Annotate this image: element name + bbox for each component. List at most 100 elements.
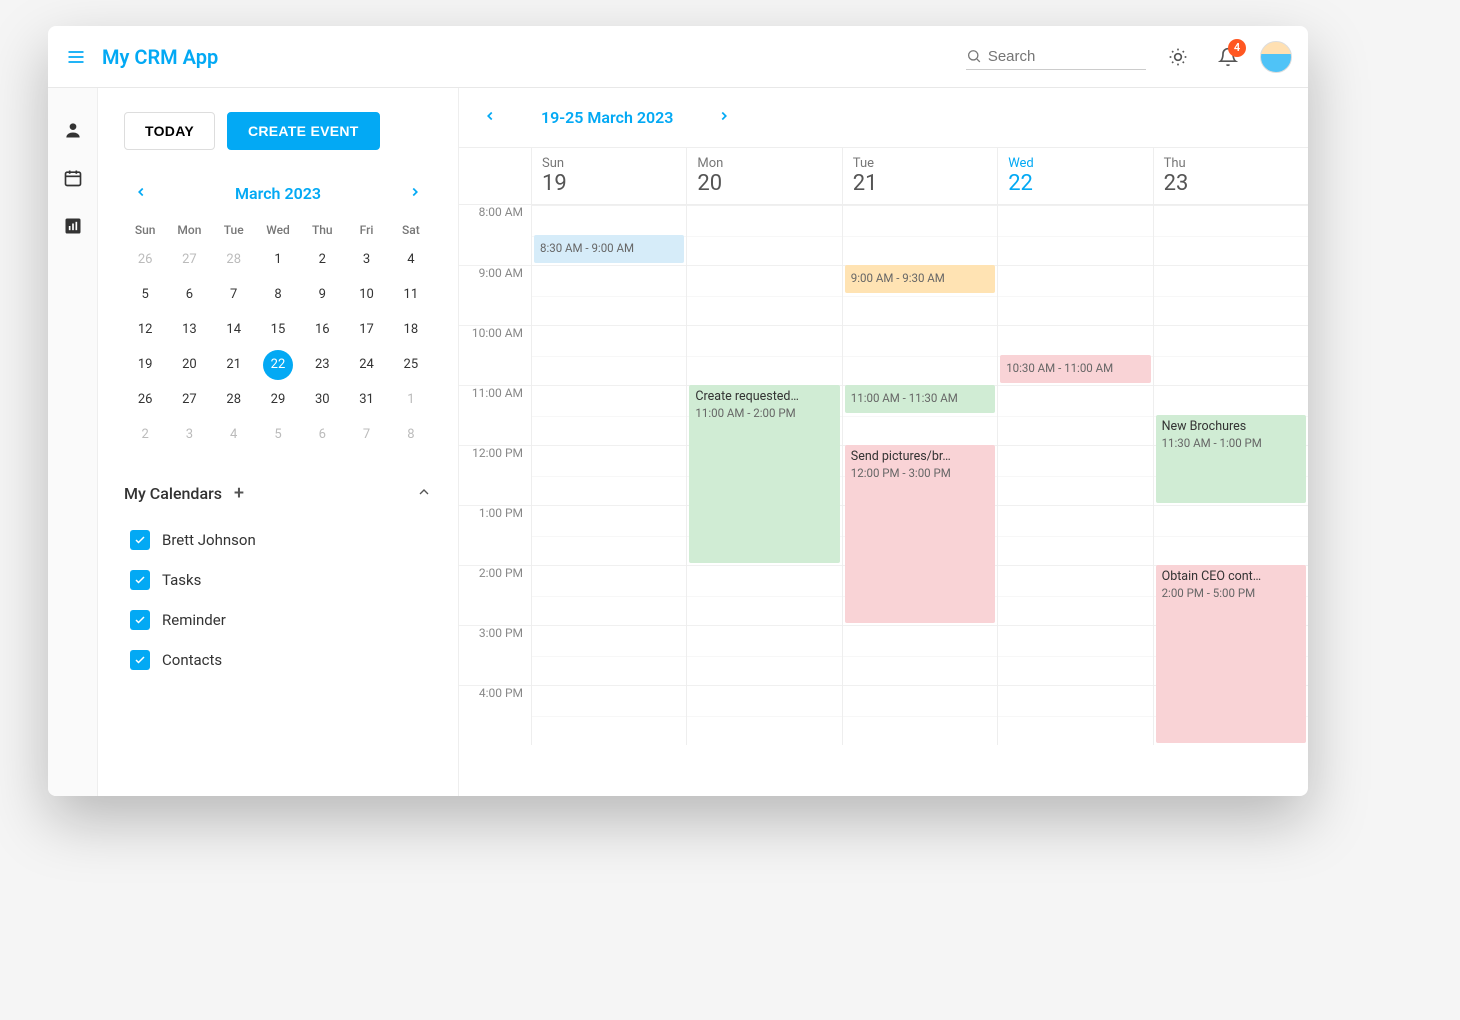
- mini-cal-day[interactable]: 3: [345, 243, 387, 276]
- mini-cal-day[interactable]: 15: [257, 313, 299, 346]
- mini-cal-day[interactable]: 9: [301, 278, 343, 311]
- day-column[interactable]: 9:00 AM - 9:30 AM 11:00 AM - 11:30 AM Send…: [842, 205, 997, 745]
- mini-cal-dow: Sun: [124, 217, 166, 243]
- mini-cal-day[interactable]: 6: [301, 418, 343, 451]
- mini-cal-prev[interactable]: [130, 180, 152, 207]
- mini-cal-day[interactable]: 28: [213, 243, 255, 276]
- calendar-item[interactable]: Brett Johnson: [124, 520, 432, 560]
- mini-cal-day[interactable]: 26: [124, 243, 166, 276]
- checkbox-icon[interactable]: [130, 530, 150, 550]
- day-of-week-label: Sun: [542, 156, 676, 171]
- rail-calendar[interactable]: [61, 166, 85, 190]
- mini-cal-day[interactable]: 2: [124, 418, 166, 451]
- mini-cal-day[interactable]: 16: [301, 313, 343, 346]
- mini-cal-day[interactable]: 30: [301, 383, 343, 416]
- mini-cal-day[interactable]: 6: [168, 278, 210, 311]
- mini-cal-day[interactable]: 17: [345, 313, 387, 346]
- mini-cal-day[interactable]: 7: [213, 278, 255, 311]
- week-next[interactable]: [713, 104, 735, 131]
- mini-cal-day[interactable]: 27: [168, 243, 210, 276]
- today-button[interactable]: TODAY: [124, 112, 215, 150]
- mini-cal-day[interactable]: 13: [168, 313, 210, 346]
- mini-cal-day[interactable]: 12: [124, 313, 166, 346]
- mini-cal-day[interactable]: 5: [124, 278, 166, 311]
- mini-cal-next[interactable]: [404, 180, 426, 207]
- mini-cal-day[interactable]: 1: [390, 383, 432, 416]
- add-calendar-button[interactable]: +: [234, 483, 244, 504]
- week-prev[interactable]: [479, 104, 501, 131]
- mini-cal-day[interactable]: 7: [345, 418, 387, 451]
- day-header[interactable]: Sun19: [531, 148, 686, 204]
- mini-cal-dow: Wed: [257, 217, 299, 243]
- mini-cal-day[interactable]: 24: [345, 348, 387, 381]
- day-header[interactable]: Tue21: [842, 148, 997, 204]
- calendar-event[interactable]: 9:00 AM - 9:30 AM: [845, 265, 995, 293]
- mini-cal-day[interactable]: 20: [168, 348, 210, 381]
- mini-cal-day[interactable]: 8: [390, 418, 432, 451]
- theme-toggle[interactable]: [1160, 39, 1196, 75]
- mini-cal-day[interactable]: 5: [257, 418, 299, 451]
- calendar-event[interactable]: Create requested…11:00 AM - 2:00 PM: [689, 385, 839, 563]
- event-time: 11:30 AM - 1:00 PM: [1162, 436, 1300, 450]
- checkbox-icon[interactable]: [130, 570, 150, 590]
- chevron-right-icon: [408, 185, 422, 199]
- mini-cal-day[interactable]: 1: [257, 243, 299, 276]
- mini-cal-day[interactable]: 10: [345, 278, 387, 311]
- search-field[interactable]: [966, 43, 1146, 70]
- calendar-event[interactable]: 10:30 AM - 11:00 AM: [1000, 355, 1150, 383]
- calendar-item[interactable]: Reminder: [124, 600, 432, 640]
- mini-cal-day[interactable]: 19: [124, 348, 166, 381]
- create-event-button[interactable]: CREATE EVENT: [227, 112, 380, 150]
- mini-cal-day[interactable]: 4: [390, 243, 432, 276]
- calendar-item[interactable]: Tasks: [124, 560, 432, 600]
- day-of-week-label: Thu: [1164, 156, 1298, 171]
- mini-cal-day[interactable]: 3: [168, 418, 210, 451]
- app-title[interactable]: My CRM App: [102, 45, 218, 69]
- calendar-event[interactable]: New Brochures11:30 AM - 1:00 PM: [1156, 415, 1306, 503]
- app-window: My CRM App 4: [48, 26, 1308, 796]
- user-avatar[interactable]: [1260, 41, 1292, 73]
- event-time: 11:00 AM - 2:00 PM: [695, 406, 833, 420]
- calendar-event[interactable]: Send pictures/br…12:00 PM - 3:00 PM: [845, 445, 995, 623]
- notifications-button[interactable]: 4: [1210, 39, 1246, 75]
- day-column[interactable]: Create requested…11:00 AM - 2:00 PM: [686, 205, 841, 745]
- time-label: 4:00 PM: [459, 685, 531, 745]
- calendar-event[interactable]: 8:30 AM - 9:00 AM: [534, 235, 684, 263]
- mini-cal-day[interactable]: 8: [257, 278, 299, 311]
- search-input[interactable]: [988, 48, 1146, 65]
- calendar-event[interactable]: Obtain CEO cont…2:00 PM - 5:00 PM: [1156, 565, 1306, 743]
- day-column[interactable]: 8:30 AM - 9:00 AM: [531, 205, 686, 745]
- mini-cal-day[interactable]: 29: [257, 383, 299, 416]
- mini-cal-day[interactable]: 31: [345, 383, 387, 416]
- person-icon: [63, 120, 83, 140]
- calendar-event[interactable]: 11:00 AM - 11:30 AM: [845, 385, 995, 413]
- mini-cal-day[interactable]: 23: [301, 348, 343, 381]
- checkbox-icon[interactable]: [130, 650, 150, 670]
- day-column[interactable]: New Brochures11:30 AM - 1:00 PM Obtain CE…: [1153, 205, 1308, 745]
- mini-cal-day[interactable]: 11: [390, 278, 432, 311]
- day-header[interactable]: Mon20: [686, 148, 841, 204]
- mini-cal-day[interactable]: 4: [213, 418, 255, 451]
- day-header[interactable]: Thu23: [1153, 148, 1308, 204]
- menu-icon[interactable]: [64, 45, 88, 69]
- mini-cal-day[interactable]: 14: [213, 313, 255, 346]
- rail-analytics[interactable]: [61, 214, 85, 238]
- chart-icon: [63, 216, 83, 236]
- my-calendars-toggle[interactable]: My Calendars +: [124, 479, 432, 508]
- checkbox-icon[interactable]: [130, 610, 150, 630]
- calendar-item[interactable]: Contacts: [124, 640, 432, 680]
- rail-contacts[interactable]: [61, 118, 85, 142]
- mini-cal-day[interactable]: 25: [390, 348, 432, 381]
- date-label: 20: [697, 171, 831, 196]
- mini-cal-day[interactable]: 21: [213, 348, 255, 381]
- mini-cal-day[interactable]: 22: [263, 350, 293, 380]
- mini-cal-day[interactable]: 2: [301, 243, 343, 276]
- mini-cal-day[interactable]: 18: [390, 313, 432, 346]
- mini-cal-day[interactable]: 26: [124, 383, 166, 416]
- chevron-left-icon: [134, 185, 148, 199]
- mini-cal-day[interactable]: 28: [213, 383, 255, 416]
- day-column[interactable]: 10:30 AM - 11:00 AM: [997, 205, 1152, 745]
- time-label: 9:00 AM: [459, 265, 531, 325]
- day-header[interactable]: Wed22: [997, 148, 1152, 204]
- mini-cal-day[interactable]: 27: [168, 383, 210, 416]
